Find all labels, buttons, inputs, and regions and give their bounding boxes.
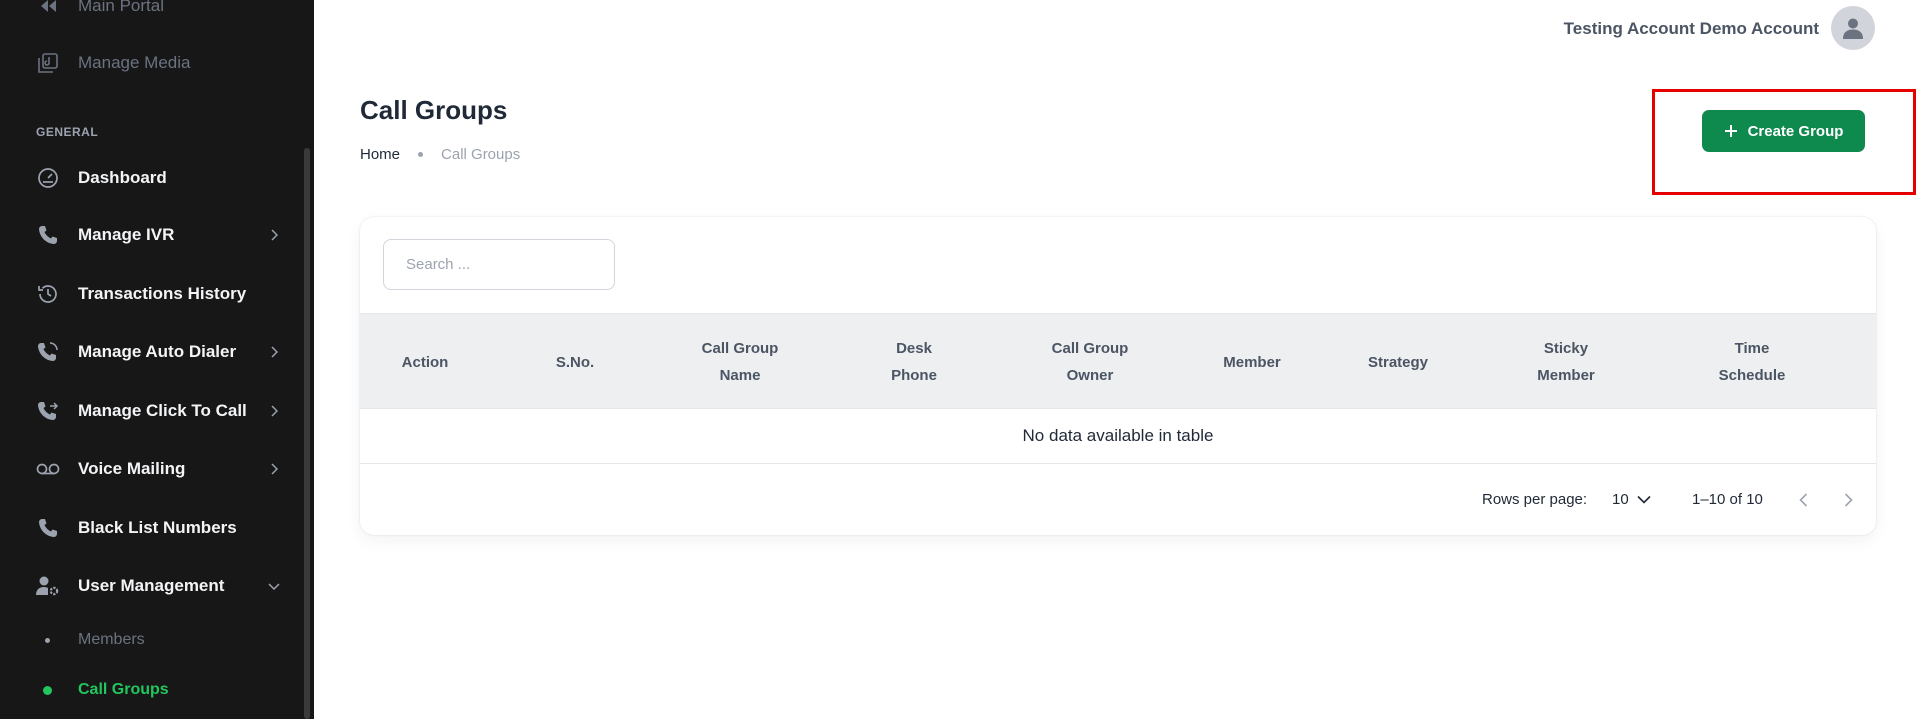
rows-per-page-select[interactable]: 10 — [1612, 464, 1651, 535]
sidebar-subitem-call-groups[interactable]: Call Groups — [0, 670, 300, 710]
table-header: Action S.No. Call Group Name Desk Phone Ca… — [360, 313, 1876, 409]
next-page-button[interactable] — [1844, 464, 1853, 535]
breadcrumb-current: Call Groups — [441, 146, 521, 163]
column-header-call-group-name[interactable]: Call Group Name — [675, 314, 805, 410]
sidebar-subitem-members[interactable]: Members — [0, 620, 300, 660]
sidebar-item-label: Transactions History — [78, 284, 247, 303]
sidebar-item-manage-media[interactable]: Manage Media — [0, 39, 300, 87]
sidebar-item-user-management[interactable]: User Management — [0, 562, 300, 610]
chevron-down-icon — [1637, 495, 1651, 504]
rows-per-page-value: 10 — [1612, 491, 1629, 508]
chevron-right-icon — [266, 227, 282, 243]
breadcrumb-home[interactable]: Home — [360, 146, 400, 163]
media-icon — [36, 51, 60, 75]
column-header-action[interactable]: Action — [360, 314, 490, 410]
sidebar-item-black-list-numbers[interactable]: Black List Numbers — [0, 504, 300, 552]
previous-page-button[interactable] — [1799, 464, 1808, 535]
sidebar-scrollbar[interactable] — [304, 148, 310, 719]
empty-table-message: No data available in table — [360, 409, 1876, 464]
sidebar-item-manage-auto-dialer[interactable]: Manage Auto Dialer — [0, 328, 300, 376]
phone-forward-icon — [36, 399, 60, 423]
history-icon — [36, 282, 60, 306]
voicemail-icon — [36, 457, 60, 481]
sidebar-item-manage-click-to-call[interactable]: Manage Click To Call — [0, 387, 300, 435]
sidebar-item-label: Voice Mailing — [78, 459, 186, 478]
account-name: Testing Account Demo Account — [1563, 19, 1819, 38]
user-icon — [1843, 18, 1863, 39]
user-cog-icon — [36, 574, 60, 598]
sidebar: Main Portal Manage Media GENERAL Dashboa… — [0, 0, 314, 719]
sidebar-subitem-label: Members — [78, 631, 145, 648]
sidebar-item-voice-mailing[interactable]: Voice Mailing — [0, 445, 300, 493]
sidebar-item-label: Manage Media — [78, 53, 191, 72]
column-header-call-group-owner[interactable]: Call Group Owner — [1025, 314, 1155, 410]
pagination-range: 1–10 of 10 — [1692, 491, 1763, 508]
rows-per-page-label: Rows per page: — [1482, 491, 1588, 508]
column-header-sno[interactable]: S.No. — [515, 314, 635, 410]
chevron-left-icon — [1799, 492, 1808, 507]
sidebar-item-manage-ivr[interactable]: Manage IVR — [0, 211, 300, 259]
page-title: Call Groups — [360, 95, 508, 125]
chevron-right-icon — [266, 403, 282, 419]
column-header-sticky-member[interactable]: Sticky Member — [1496, 314, 1636, 410]
sidebar-item-label: Manage Click To Call — [78, 401, 247, 420]
chevron-right-icon — [266, 461, 282, 477]
bullet-icon — [45, 638, 50, 643]
search-input[interactable] — [383, 239, 615, 290]
sidebar-item-label: Manage Auto Dialer — [78, 342, 237, 361]
sidebar-item-label: User Management — [78, 576, 225, 595]
breadcrumb-separator — [418, 152, 424, 157]
sidebar-subitem-label: Call Groups — [78, 681, 169, 698]
column-header-member[interactable]: Member — [1182, 314, 1322, 410]
avatar[interactable] — [1831, 6, 1875, 50]
column-header-time-schedule[interactable]: Time Schedule — [1682, 314, 1822, 410]
chevron-right-icon — [1844, 492, 1853, 507]
phone-icon — [36, 223, 60, 247]
sidebar-item-label: Dashboard — [78, 168, 167, 187]
gauge-icon — [36, 166, 60, 190]
phone-auto-icon — [36, 340, 60, 364]
breadcrumb: Home Call Groups — [360, 146, 520, 163]
chevron-right-icon — [266, 344, 282, 360]
sidebar-item-label: Black List Numbers — [78, 518, 237, 537]
sidebar-item-label: Manage IVR — [78, 225, 175, 244]
sidebar-item-label: Main Portal — [78, 0, 164, 15]
bullet-active-icon — [43, 686, 52, 695]
column-header-desk-phone[interactable]: Desk Phone — [854, 314, 974, 410]
rewind-icon — [36, 0, 60, 18]
chevron-down-icon — [266, 578, 282, 594]
column-header-strategy[interactable]: Strategy — [1328, 314, 1468, 410]
sidebar-item-transactions-history[interactable]: Transactions History — [0, 270, 300, 318]
sidebar-item-main-portal[interactable]: Main Portal — [0, 0, 300, 30]
sidebar-section-label: GENERAL — [36, 125, 99, 139]
highlight-box — [1652, 89, 1916, 195]
phone-icon — [36, 516, 60, 540]
sidebar-item-dashboard[interactable]: Dashboard — [0, 154, 300, 202]
table-card: Action S.No. Call GroupName DeskPhone Ca… — [360, 217, 1876, 535]
